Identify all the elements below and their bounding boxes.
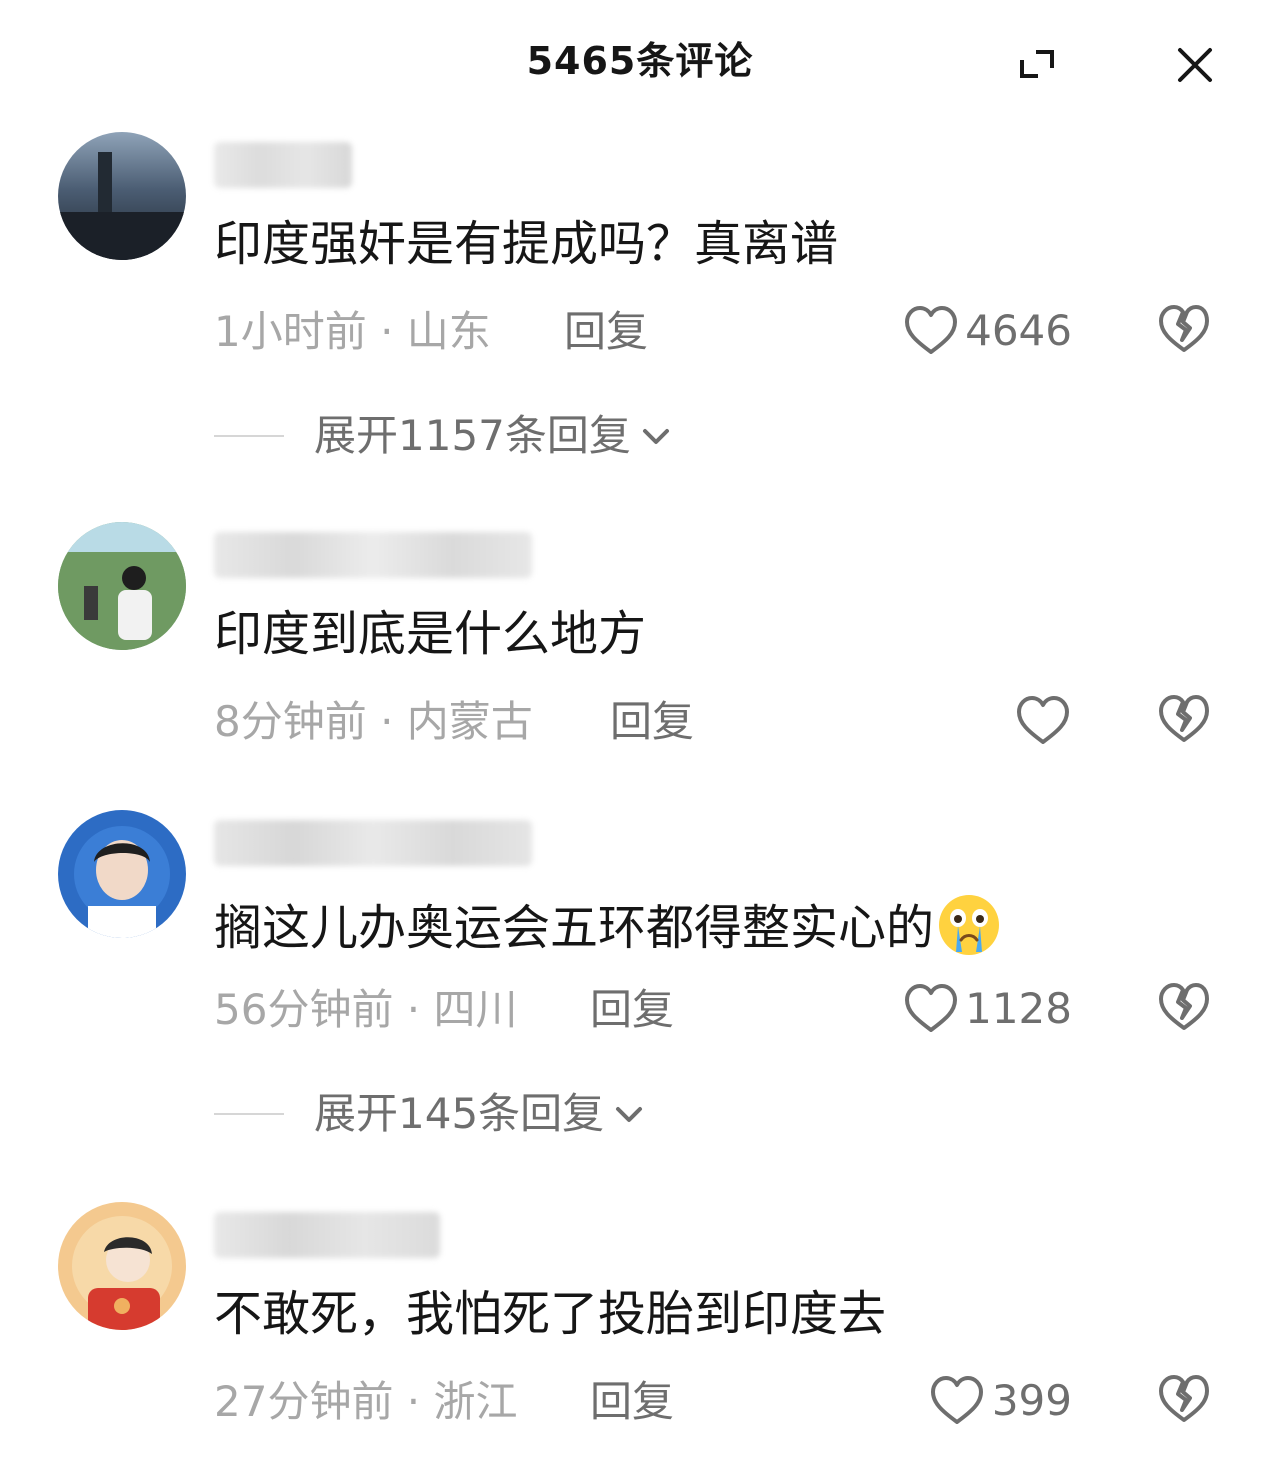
expand-replies-label: 展开145条回复: [314, 1089, 605, 1138]
chevron-down-icon: [610, 1096, 648, 1134]
expand-replies[interactable]: 展开1157条回复: [214, 408, 734, 464]
dislike-button[interactable]: [1156, 1372, 1212, 1428]
avatar[interactable]: [58, 132, 186, 260]
close-icon: [1170, 40, 1220, 90]
username-blurred[interactable]: [214, 820, 532, 866]
comment-meta: 8分钟前 · 内蒙古: [214, 697, 533, 746]
comment-text: 印度强奸是有提成吗？真离谱: [214, 216, 839, 272]
dislike-button[interactable]: [1156, 980, 1212, 1036]
username-blurred[interactable]: [214, 1212, 440, 1258]
expand-replies-label: 展开1157条回复: [314, 411, 631, 460]
reply-button[interactable]: 回复: [590, 1374, 674, 1430]
expand-button[interactable]: [1012, 40, 1062, 90]
reply-button[interactable]: 回复: [564, 304, 648, 360]
reply-button[interactable]: 回复: [610, 694, 694, 750]
reply-button[interactable]: 回复: [590, 982, 674, 1038]
comment-meta: 1小时前 · 山东: [214, 307, 491, 356]
like-button[interactable]: 399: [832, 1370, 1072, 1432]
comment-meta: 27分钟前 · 浙江: [214, 1377, 518, 1426]
avatar[interactable]: [58, 810, 186, 938]
like-button[interactable]: 4646: [832, 300, 1072, 362]
divider: [214, 435, 284, 437]
broken-heart-icon: [1156, 980, 1212, 1036]
broken-heart-icon: [1156, 302, 1212, 358]
broken-heart-icon: [1156, 692, 1212, 748]
broken-heart-icon: [1156, 1372, 1212, 1428]
crying-face-emoji-icon: [936, 892, 1002, 958]
heart-outline-icon: [1014, 692, 1072, 750]
avatar[interactable]: [58, 522, 186, 650]
chevron-down-icon: [637, 418, 675, 456]
username-blurred[interactable]: [214, 532, 532, 578]
comment-count-title: 5465条评论: [526, 39, 754, 83]
comments-header: 5465条评论: [0, 0, 1280, 120]
heart-outline-icon: [902, 302, 960, 360]
username-blurred[interactable]: [214, 142, 352, 188]
expand-replies[interactable]: 展开145条回复: [214, 1086, 734, 1142]
comment-text: 搁这儿办奥运会五环都得整实心的: [214, 892, 1002, 958]
heart-outline-icon: [902, 980, 960, 1038]
like-count: 399: [991, 1376, 1072, 1425]
dislike-button[interactable]: [1156, 692, 1212, 748]
comment-meta: 56分钟前 · 四川: [214, 985, 518, 1034]
like-count: 4646: [965, 306, 1072, 355]
like-button[interactable]: [832, 690, 1072, 752]
close-button[interactable]: [1170, 40, 1220, 90]
like-button[interactable]: 1128: [832, 978, 1072, 1040]
dislike-button[interactable]: [1156, 302, 1212, 358]
comment-text: 不敢死，我怕死了投胎到印度去: [214, 1286, 887, 1342]
expand-icon: [1012, 40, 1062, 90]
avatar[interactable]: [58, 1202, 186, 1330]
heart-outline-icon: [928, 1372, 986, 1430]
divider: [214, 1113, 284, 1115]
comment-text: 印度到底是什么地方: [214, 606, 647, 662]
like-count: 1128: [965, 984, 1072, 1033]
